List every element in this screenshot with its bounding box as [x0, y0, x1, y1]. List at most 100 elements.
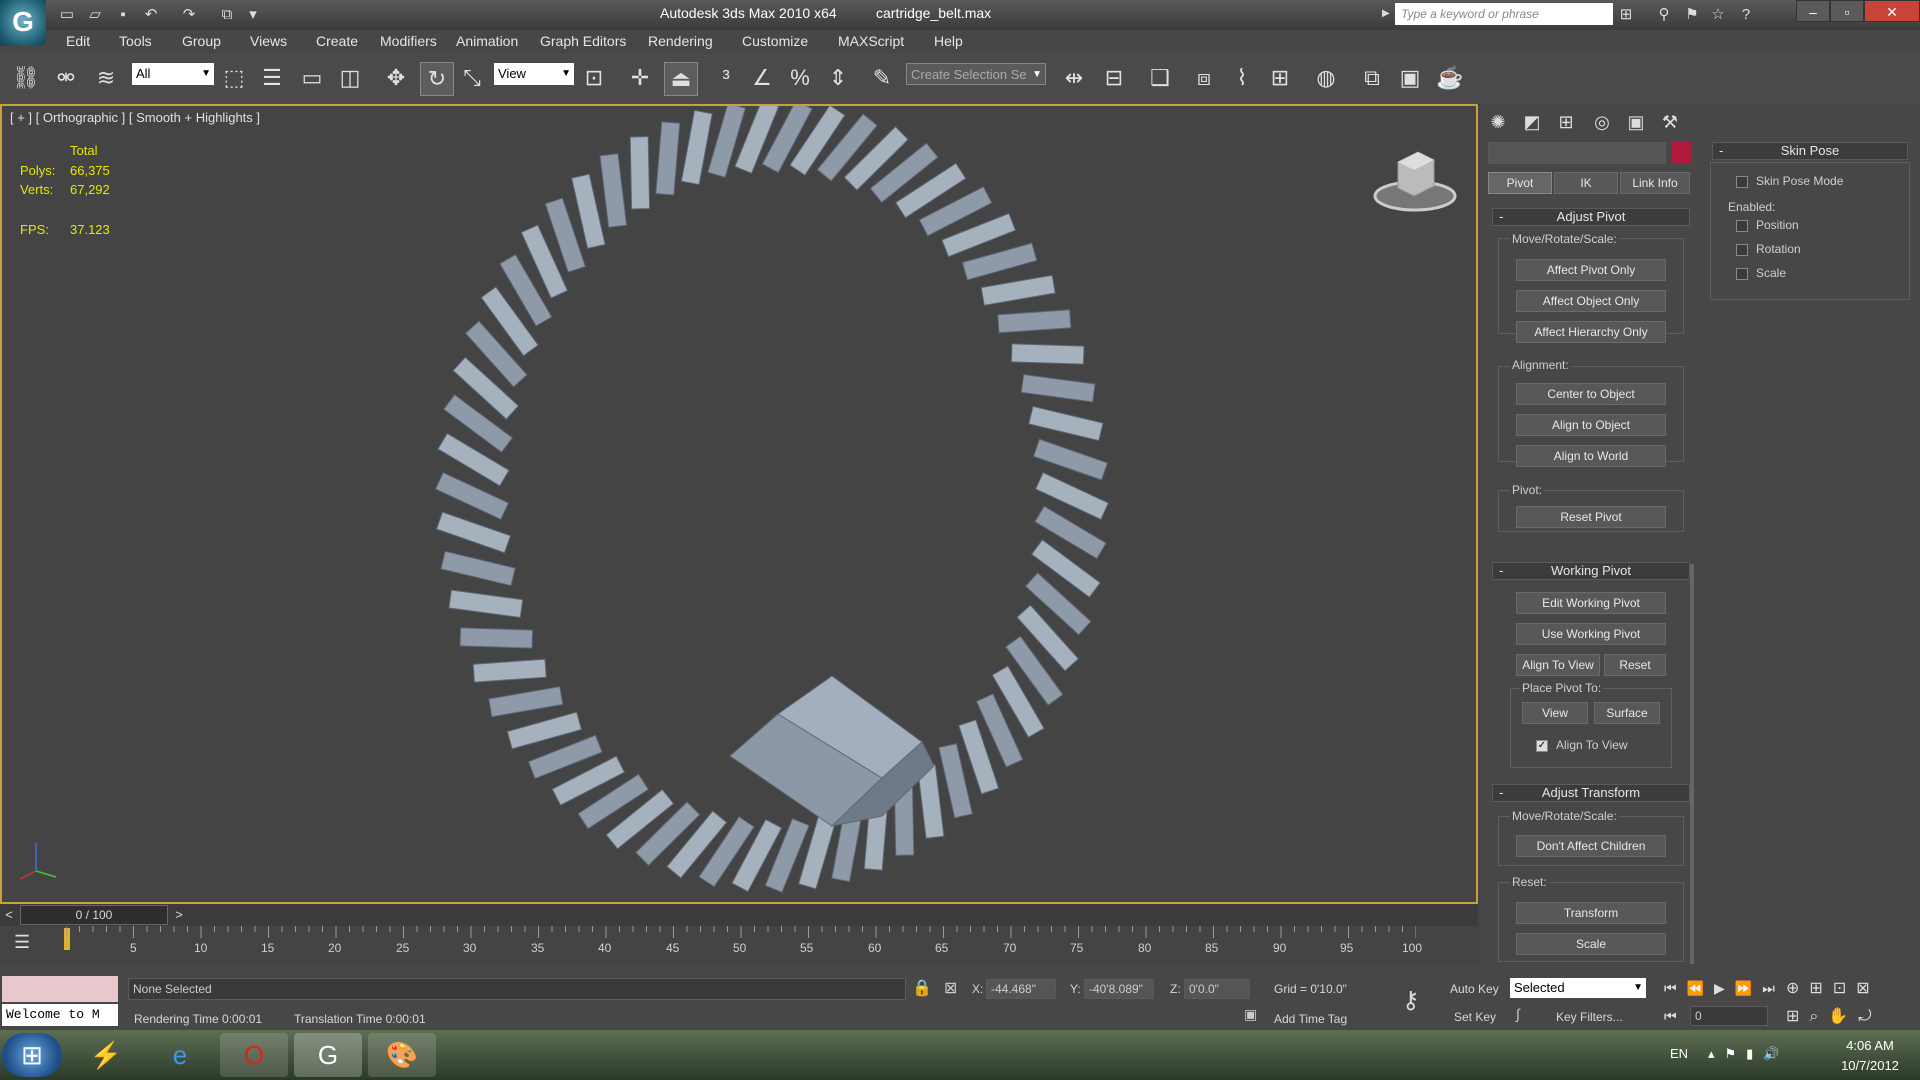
menu-modifiers[interactable]: Modifiers — [380, 33, 437, 49]
dont-affect-children-button[interactable]: Don't Affect Children — [1516, 835, 1666, 857]
command-panel-scrollbar[interactable] — [1690, 564, 1694, 964]
reference-coordinate-dropdown[interactable]: View ▼ — [494, 63, 574, 85]
start-button[interactable]: ⊞ — [2, 1033, 62, 1077]
object-color-swatch[interactable] — [1672, 142, 1692, 164]
named-selection-set-dropdown[interactable]: Create Selection Se ▼ — [906, 63, 1046, 85]
maxscript-listener-input[interactable] — [2, 976, 118, 1002]
create-panel-icon[interactable]: ✺ — [1484, 108, 1512, 136]
select-and-link-icon[interactable]: ⛓ — [10, 62, 42, 94]
app-logo-button[interactable]: G — [0, 0, 46, 46]
select-manipulate-icon[interactable]: ✛ — [624, 62, 656, 94]
viewport-navigation-controls[interactable]: ⊕⊞⊡⊠ — [1786, 978, 1880, 998]
rotate-icon[interactable]: ↻ — [420, 62, 454, 96]
scale-checkbox[interactable] — [1736, 268, 1748, 280]
edit-working-pivot-button[interactable]: Edit Working Pivot — [1516, 592, 1666, 614]
modify-panel-icon[interactable]: ◩ — [1518, 108, 1546, 136]
key-mode-toggle-icon[interactable]: ⏮ — [1664, 1008, 1677, 1025]
graphite-tools-icon[interactable]: ⧈ — [1188, 62, 1220, 94]
place-pivot-surface-button[interactable]: Surface — [1594, 702, 1660, 724]
time-slider-thumb[interactable]: 0 / 100 — [20, 905, 168, 925]
tab-pivot[interactable]: Pivot — [1488, 172, 1552, 194]
motion-panel-icon[interactable]: ◎ — [1588, 108, 1616, 136]
maxscript-output[interactable]: Welcome to M — [2, 1004, 118, 1026]
taskbar-app-3ds-max[interactable]: G — [294, 1033, 362, 1077]
clock-time[interactable]: 4:06 AM — [1830, 1038, 1910, 1053]
cartridge-belt-model[interactable] — [362, 106, 1182, 902]
key-filters-button[interactable]: Key Filters... — [1556, 1010, 1623, 1024]
minimize-button[interactable]: – — [1796, 0, 1830, 22]
quick-access-dropdown-icon[interactable]: ▾ — [242, 4, 264, 26]
material-editor-icon[interactable]: ◍ — [1310, 62, 1342, 94]
menu-customize[interactable]: Customize — [742, 33, 808, 49]
layer-manager-icon[interactable]: ❑ — [1144, 62, 1176, 94]
adjust-transform-rollout-header[interactable]: - Adjust Transform — [1492, 784, 1690, 802]
set-key-button[interactable]: Set Key — [1454, 1010, 1496, 1024]
playback-controls[interactable]: ⏮⏪▶⏩⏭ — [1664, 980, 1785, 997]
menu-tools[interactable]: Tools — [119, 33, 152, 49]
clock-date[interactable]: 10/7/2012 — [1830, 1058, 1910, 1073]
tab-ik[interactable]: IK — [1554, 172, 1618, 194]
align-to-view-checkbox[interactable]: ✓ — [1536, 740, 1548, 752]
select-by-name-icon[interactable]: ☰ — [256, 62, 288, 94]
percent-snap-icon[interactable]: % — [784, 62, 816, 94]
bind-space-warp-icon[interactable]: ≋ — [90, 62, 122, 94]
scale-icon[interactable]: ⤡ — [456, 62, 488, 94]
key-mode-dropdown[interactable]: Selected ▼ — [1510, 978, 1646, 998]
menu-create[interactable]: Create — [316, 33, 358, 49]
window-crossing-icon[interactable]: ◫ — [334, 62, 366, 94]
place-pivot-view-button[interactable]: View — [1522, 702, 1588, 724]
z-coordinate-field[interactable]: 0'0.0" — [1184, 979, 1250, 999]
binoculars-icon[interactable]: ⊞ — [1614, 4, 1638, 26]
tab-link-info[interactable]: Link Info — [1620, 172, 1690, 194]
reset-pivot-button[interactable]: Reset Pivot — [1516, 506, 1666, 528]
undo-icon[interactable]: ↶ — [140, 4, 162, 26]
taskbar-app-internet-explorer[interactable]: e — [146, 1033, 214, 1077]
position-checkbox[interactable] — [1736, 220, 1748, 232]
reset-scale-button[interactable]: Scale — [1516, 933, 1666, 955]
close-button[interactable]: ✕ — [1864, 0, 1920, 22]
affect-hierarchy-only-button[interactable]: Affect Hierarchy Only — [1516, 321, 1666, 343]
x-coordinate-field[interactable]: -44.468" — [986, 979, 1056, 999]
system-tray-icons[interactable]: ▴⚑▮🔊 — [1708, 1046, 1790, 1062]
subscription-icon[interactable]: ⚑ — [1680, 4, 1704, 26]
previous-frame-arrow-icon[interactable]: < — [0, 906, 18, 924]
menu-edit[interactable]: Edit — [66, 33, 90, 49]
menu-views[interactable]: Views — [250, 33, 287, 49]
taskbar-app-winamp[interactable]: ⚡ — [72, 1033, 140, 1077]
favorites-star-icon[interactable]: ☆ — [1706, 4, 1730, 26]
project-folder-icon[interactable]: ⧉ — [216, 4, 238, 26]
align-to-object-button[interactable]: Align to Object — [1516, 414, 1666, 436]
display-panel-icon[interactable]: ▣ — [1622, 108, 1650, 136]
set-key-icon[interactable]: ⚷ — [1402, 986, 1420, 1015]
use-working-pivot-button[interactable]: Use Working Pivot — [1516, 623, 1666, 645]
hierarchy-panel-icon[interactable]: ⊞ — [1552, 108, 1580, 136]
angle-snap-icon[interactable]: ∠ — [746, 62, 778, 94]
y-coordinate-field[interactable]: -40'8.089" — [1084, 979, 1154, 999]
language-indicator[interactable]: EN — [1670, 1046, 1688, 1061]
skin-pose-rollout-header[interactable]: - Skin Pose — [1712, 142, 1908, 160]
maximize-button[interactable]: ▫ — [1830, 0, 1864, 22]
new-file-icon[interactable]: ▭ — [56, 4, 78, 26]
snaps-toggle-icon[interactable]: ³ — [710, 62, 742, 94]
edit-named-selection-icon[interactable]: ✎ — [866, 62, 898, 94]
spinner-snap-icon[interactable]: ⇕ — [822, 62, 854, 94]
working-pivot-rollout-header[interactable]: - Working Pivot — [1492, 562, 1690, 580]
absolute-mode-icon[interactable]: ⊠ — [944, 978, 957, 998]
time-tag-icon[interactable]: ▣ — [1244, 1006, 1257, 1023]
current-frame-field[interactable]: 0 — [1690, 1006, 1768, 1026]
menu-maxscript[interactable]: MAXScript — [838, 33, 904, 49]
menu-rendering[interactable]: Rendering — [648, 33, 713, 49]
help-icon[interactable]: ? — [1734, 4, 1758, 26]
render-production-icon[interactable]: ☕ — [1434, 62, 1466, 94]
rotation-checkbox[interactable] — [1736, 244, 1748, 256]
redo-icon[interactable]: ↷ — [178, 4, 200, 26]
viewport-label[interactable]: [ + ] [ Orthographic ] [ Smooth + Highli… — [10, 110, 260, 125]
skin-pose-mode-checkbox[interactable] — [1736, 176, 1748, 188]
utilities-panel-icon[interactable]: ⚒ — [1656, 108, 1684, 136]
curve-editor-icon[interactable]: ⌇ — [1226, 62, 1258, 94]
working-pivot-reset-button[interactable]: Reset — [1604, 654, 1666, 676]
menu-animation[interactable]: Animation — [456, 33, 518, 49]
perspective-viewport[interactable]: [ + ] [ Orthographic ] [ Smooth + Highli… — [0, 104, 1478, 904]
render-setup-icon[interactable]: ⧉ — [1356, 62, 1388, 94]
track-bar[interactable]: ☰ 5 10 15 20 25 30 35 40 45 50 55 60 65 … — [0, 926, 1478, 964]
